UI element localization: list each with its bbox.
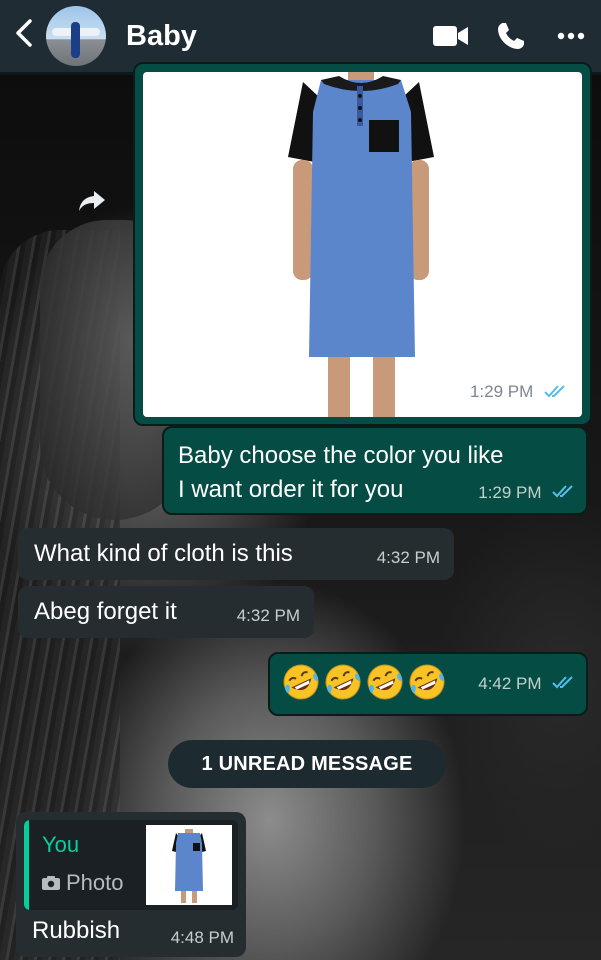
more-options-icon[interactable]	[541, 31, 601, 41]
laughing-emoji-icon	[366, 663, 404, 706]
avatar-person-shape	[71, 22, 80, 58]
unread-messages-divider: 1 UNREAD MESSAGE	[168, 740, 446, 788]
message-incoming[interactable]: Abeg forget it 4:32 PM	[18, 586, 314, 638]
message-outgoing-emoji[interactable]: 4:42 PM	[268, 652, 588, 716]
message-text: What kind of cloth is this	[34, 540, 293, 567]
photo-image[interactable]: 1:29 PM	[143, 72, 582, 417]
chat-screen: Baby 1:29 PM Baby choose the color you l…	[0, 0, 601, 960]
message-outgoing[interactable]: Baby choose the color you like I want or…	[162, 426, 588, 515]
laughing-emoji-icon	[408, 663, 446, 706]
photo-timestamp: 1:29 PM	[470, 382, 566, 403]
message-timestamp: 4:32 PM	[236, 606, 300, 625]
quote-author: You	[42, 832, 80, 857]
photo-message[interactable]: 1:29 PM	[133, 62, 592, 426]
message-timestamp: 1:29 PM	[478, 482, 542, 502]
video-call-icon[interactable]	[421, 23, 481, 49]
dress-thumbnail-illustration	[172, 829, 206, 903]
message-line-1: Baby choose the color you like	[178, 442, 504, 469]
quote-type-label: Photo	[66, 870, 124, 895]
message-text: Rubbish	[32, 917, 121, 944]
message-timestamp: 4:42 PM	[478, 674, 542, 693]
double-check-read-icon	[552, 484, 574, 503]
quote-accent-bar	[24, 820, 29, 910]
message-meta: 1:29 PM	[478, 483, 574, 503]
quoted-message[interactable]: You Photo	[24, 820, 238, 910]
message-timestamp: 4:32 PM	[376, 548, 440, 567]
message-incoming[interactable]: What kind of cloth is this 4:32 PM	[18, 528, 454, 580]
avatar[interactable]	[46, 6, 106, 66]
double-check-read-icon	[544, 383, 566, 403]
laughing-emoji-icon	[282, 663, 320, 706]
emoji-row	[282, 663, 446, 706]
message-text: Abeg forget it	[34, 598, 177, 625]
forward-icon[interactable]	[78, 190, 106, 217]
camera-icon	[42, 876, 60, 890]
contact-name[interactable]: Baby	[126, 20, 421, 53]
message-meta: 4:42 PM	[478, 674, 574, 694]
double-check-read-icon	[552, 675, 574, 694]
laughing-emoji-icon	[324, 663, 362, 706]
message-timestamp: 4:48 PM	[170, 928, 234, 947]
voice-call-icon[interactable]	[481, 21, 541, 51]
dress-photo-illustration	[288, 72, 434, 417]
back-chevron-icon[interactable]	[8, 18, 40, 54]
quote-thumbnail	[146, 825, 232, 905]
message-incoming-reply[interactable]: You Photo Rubbish 4:48 PM	[16, 812, 246, 957]
message-line-2: I want order it for you	[178, 476, 404, 503]
quote-type: Photo	[42, 870, 124, 896]
